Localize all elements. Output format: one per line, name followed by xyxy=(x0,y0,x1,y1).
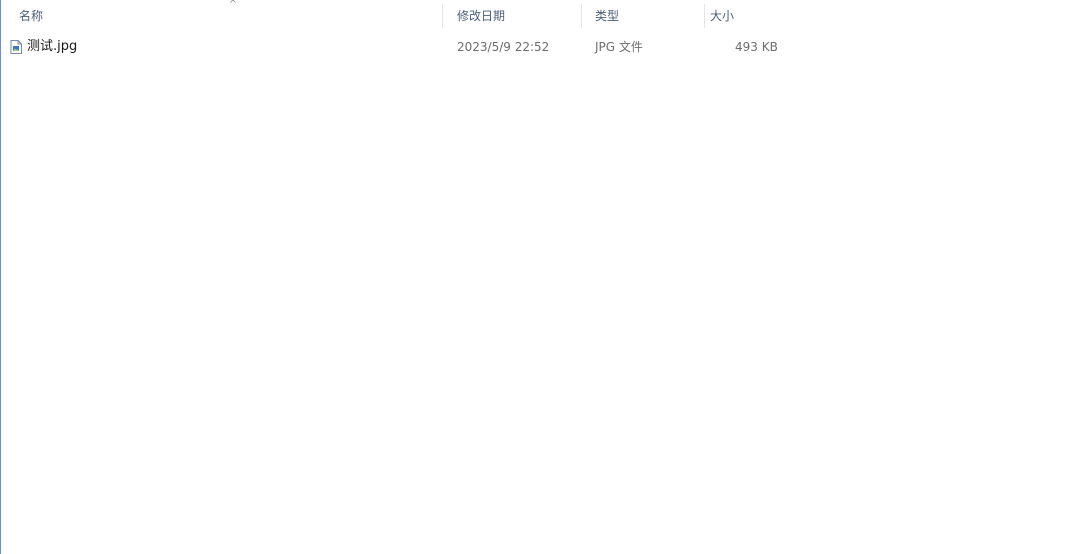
file-list-pane: 名称 ^ 修改日期 类型 大小 测试.jpg 2023/5/9 22:52 JP… xyxy=(0,0,1079,554)
column-divider[interactable] xyxy=(442,4,443,28)
column-header-size[interactable]: 大小 xyxy=(710,0,810,32)
file-name[interactable]: 测试.jpg xyxy=(27,36,77,58)
column-header-date-modified[interactable]: 修改日期 xyxy=(457,0,577,32)
column-header-type[interactable]: 类型 xyxy=(595,0,695,32)
file-row[interactable]: 测试.jpg 2023/5/9 22:52 JPG 文件 493 KB xyxy=(1,36,1079,58)
file-date-modified: 2023/5/9 22:52 xyxy=(457,40,550,54)
column-header-bar: 名称 ^ 修改日期 类型 大小 xyxy=(1,0,1079,32)
file-size: 493 KB xyxy=(735,40,778,54)
column-divider[interactable] xyxy=(581,4,582,28)
chevron-up-icon: ^ xyxy=(228,0,238,10)
file-type: JPG 文件 xyxy=(595,40,643,54)
column-divider[interactable] xyxy=(704,4,705,28)
